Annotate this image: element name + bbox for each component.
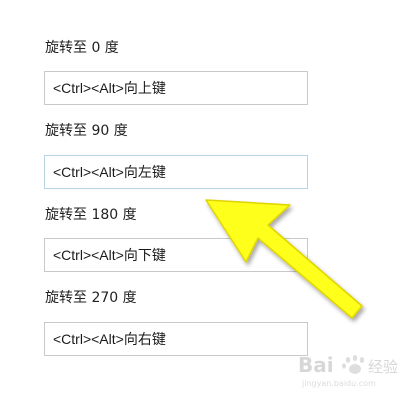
- rotate-180-shortcut-field[interactable]: <Ctrl><Alt>向下键: [44, 238, 308, 272]
- rotation-shortcut-settings: 旋转至 0 度 <Ctrl><Alt>向上键 旋转至 90 度 <Ctrl><A…: [0, 0, 420, 400]
- rotate-270-label: 旋转至 270 度: [45, 290, 137, 306]
- rotate-180-label: 旋转至 180 度: [45, 207, 137, 223]
- svg-text:jingyan.baidu.com: jingyan.baidu.com: [301, 379, 376, 388]
- svg-text:Bai: Bai: [298, 353, 334, 377]
- rotate-90-shortcut-field[interactable]: <Ctrl><Alt>向左键: [44, 155, 308, 189]
- rotate-270-shortcut-field[interactable]: <Ctrl><Alt>向右键: [44, 322, 308, 356]
- baidu-jingyan-watermark: Bai 经验 jingyan.baidu.com: [298, 353, 398, 388]
- rotate-0-label: 旋转至 0 度: [45, 40, 119, 56]
- svg-text:经验: 经验: [368, 358, 398, 376]
- rotate-0-shortcut-field[interactable]: <Ctrl><Alt>向上键: [44, 71, 308, 105]
- rotate-90-label: 旋转至 90 度: [45, 123, 128, 139]
